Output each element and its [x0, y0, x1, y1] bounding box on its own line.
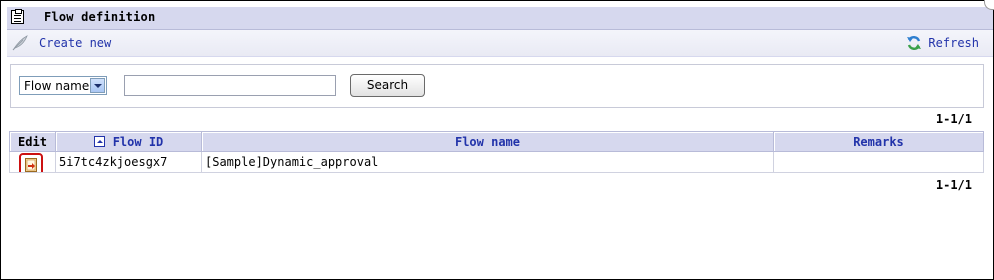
column-header-flow-id-label: Flow ID: [112, 134, 164, 149]
dropdown-arrow-icon[interactable]: [90, 78, 105, 93]
flow-table: Edit Flow ID Flow name Remarks 5i7tc4zkj…: [9, 131, 984, 173]
flow-name-cell: [Sample]Dynamic_approval: [201, 151, 774, 173]
edit-cell: [9, 151, 56, 173]
title-bar: Flow definition: [7, 0, 994, 30]
search-panel: Flow name Search: [10, 64, 984, 108]
refresh-label: Refresh: [928, 36, 979, 50]
column-header-remarks[interactable]: Remarks: [773, 131, 984, 152]
remarks-cell: [773, 151, 984, 173]
pager-bottom: 1-1/1: [935, 178, 972, 192]
refresh-button[interactable]: Refresh: [906, 35, 979, 51]
create-new-label: Create new: [39, 36, 112, 50]
sort-ascending-icon[interactable]: [93, 135, 105, 147]
create-new-button[interactable]: Create new: [11, 35, 111, 51]
table-header-row: Edit Flow ID Flow name Remarks: [9, 131, 984, 152]
flow-id-cell: 5i7tc4zkjoesgx7: [55, 151, 202, 173]
pager-top: 1-1/1: [935, 112, 972, 126]
edit-button[interactable]: [19, 153, 43, 172]
page-title: Flow definition: [44, 10, 156, 24]
corner-decoration: [984, 0, 994, 10]
column-header-edit: Edit: [9, 131, 56, 152]
search-field-select[interactable]: Flow name: [19, 76, 107, 95]
search-input[interactable]: [124, 75, 336, 96]
refresh-icon: [907, 36, 922, 50]
feather-icon: [12, 35, 28, 51]
edit-icon: [25, 158, 37, 172]
column-header-flow-id[interactable]: Flow ID: [55, 131, 202, 152]
clipboard-icon: [11, 9, 24, 24]
search-field-value: Flow name: [24, 79, 90, 93]
table-row: 5i7tc4zkjoesgx7 [Sample]Dynamic_approval: [9, 151, 984, 173]
column-header-flow-name[interactable]: Flow name: [201, 131, 774, 152]
toolbar: Create new Refresh: [7, 30, 993, 57]
search-button[interactable]: Search: [350, 74, 425, 97]
